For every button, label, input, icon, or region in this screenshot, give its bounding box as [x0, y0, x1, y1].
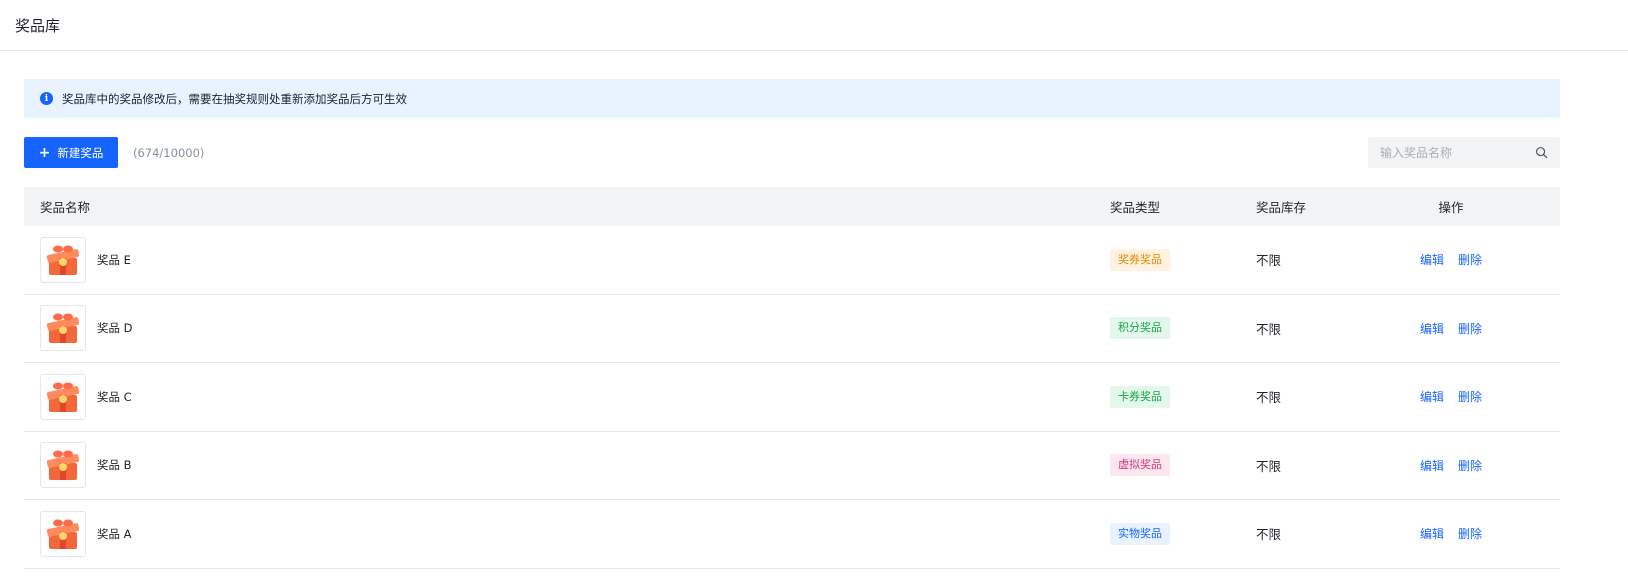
column-header-stock: 奖品库存	[1256, 200, 1307, 215]
notice-text: 奖品库中的奖品修改后，需要在抽奖规则处重新添加奖品后方可生效	[62, 91, 407, 106]
edit-link[interactable]: 编辑	[1420, 388, 1444, 405]
new-prize-button[interactable]: + 新建奖品	[24, 137, 118, 168]
gift-box-icon	[40, 236, 86, 283]
delete-link[interactable]: 删除	[1458, 525, 1482, 542]
table-row: 奖品 C 卡券奖品 不限 编辑 删除	[24, 363, 1560, 432]
edit-link[interactable]: 编辑	[1420, 320, 1444, 337]
search-icon[interactable]	[1535, 146, 1548, 159]
table-row: 奖品 B 虚拟奖品 不限 编辑 删除	[24, 432, 1560, 500]
prize-stock: 不限	[1256, 527, 1282, 543]
gift-box-icon	[40, 442, 86, 489]
prize-name: 奖品 B	[97, 458, 132, 473]
toolbar: + 新建奖品 (674/10000)	[24, 137, 1560, 168]
prize-type-tag: 实物奖品	[1110, 522, 1170, 545]
table-row: 奖品 D 积分奖品 不限 编辑 删除	[24, 295, 1560, 363]
prize-name: 奖品 E	[97, 252, 131, 267]
gift-box-icon	[40, 510, 86, 557]
prize-name: 奖品 A	[97, 526, 132, 541]
prize-table: 奖品名称 奖品类型 奖品库存 操作 奖品 E 奖券奖品 不限 编辑 删除 奖品 …	[24, 187, 1560, 569]
prize-stock: 不限	[1256, 390, 1282, 406]
table-body: 奖品 E 奖券奖品 不限 编辑 删除 奖品 D 积分奖品 不限 编辑 删除 奖品…	[24, 226, 1560, 569]
delete-link[interactable]: 删除	[1458, 251, 1482, 268]
column-header-name: 奖品名称	[40, 200, 91, 215]
column-header-type: 奖品类型	[1110, 200, 1161, 215]
prize-type-tag: 卡券奖品	[1110, 385, 1170, 408]
prize-stock: 不限	[1256, 321, 1282, 337]
edit-link[interactable]: 编辑	[1420, 251, 1444, 268]
prize-name: 奖品 D	[97, 321, 133, 336]
new-prize-label: 新建奖品	[57, 145, 104, 160]
page-title: 奖品库	[15, 16, 61, 35]
prize-type-tag: 积分奖品	[1110, 317, 1170, 340]
page-header: 奖品库	[0, 0, 1628, 51]
delete-link[interactable]: 删除	[1458, 320, 1482, 337]
info-icon: i	[40, 92, 53, 105]
main-content: i 奖品库中的奖品修改后，需要在抽奖规则处重新添加奖品后方可生效 + 新建奖品 …	[24, 79, 1560, 569]
notice-banner: i 奖品库中的奖品修改后，需要在抽奖规则处重新添加奖品后方可生效	[24, 79, 1560, 118]
table-row: 奖品 A 实物奖品 不限 编辑 删除	[24, 500, 1560, 569]
prize-type-tag: 奖券奖品	[1110, 248, 1170, 271]
delete-link[interactable]: 删除	[1458, 457, 1482, 474]
plus-icon: +	[38, 144, 51, 161]
edit-link[interactable]: 编辑	[1420, 457, 1444, 474]
prize-type-tag: 虚拟奖品	[1110, 454, 1170, 477]
search-box[interactable]	[1368, 137, 1560, 168]
table-row: 奖品 E 奖券奖品 不限 编辑 删除	[24, 226, 1560, 295]
prize-count: (674/10000)	[133, 145, 205, 160]
table-header: 奖品名称 奖品类型 奖品库存 操作	[24, 187, 1560, 226]
gift-box-icon	[40, 373, 86, 420]
gift-box-icon	[40, 305, 86, 352]
delete-link[interactable]: 删除	[1458, 388, 1482, 405]
edit-link[interactable]: 编辑	[1420, 525, 1444, 542]
column-header-operation: 操作	[1438, 200, 1464, 215]
search-input[interactable]	[1380, 145, 1535, 160]
prize-stock: 不限	[1256, 458, 1282, 474]
prize-name: 奖品 C	[97, 389, 132, 404]
prize-stock: 不限	[1256, 253, 1282, 269]
